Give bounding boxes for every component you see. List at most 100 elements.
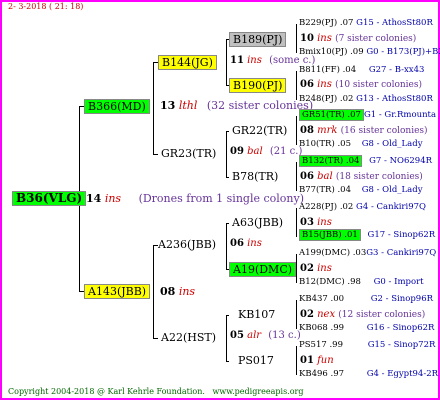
gen3-num: 02: [300, 309, 314, 320]
connector-gen4: [296, 208, 297, 237]
gen3-num: 01: [300, 355, 314, 366]
gen3-desc: (18 sister colonies): [335, 172, 423, 182]
gen3-queen-label[interactable]: A19(DMC): [229, 262, 297, 277]
gen3-mating-info: 06 bal (18 sister colonies): [300, 172, 423, 182]
gen1-queen-label[interactable]: B366(MD): [84, 99, 150, 114]
gen3-abbr: ins: [317, 263, 332, 274]
gen3-num: 06: [300, 79, 314, 90]
gen3-desc: (16 sister colonies): [340, 126, 428, 136]
gen3-mating-info: 10 ins (7 sister colonies): [300, 34, 416, 44]
gen2-queen-label[interactable]: B144(JG): [158, 55, 217, 70]
gen2-mating-info: 09 bal (21 c.): [230, 147, 302, 157]
gen3-mating-info: 01 fun: [300, 356, 334, 366]
gen2-abbr: ins: [247, 238, 262, 249]
gen3-queen-label[interactable]: KB107: [238, 309, 275, 320]
root-abbr: ins: [104, 192, 122, 205]
gen4-entry[interactable]: B15(JBB) .01 G17 - Sinop62R: [299, 229, 436, 241]
gen4-entry[interactable]: B12(DMC) .98 G0 - Import: [299, 278, 424, 287]
gen2-desc: (21 c.): [269, 146, 303, 157]
gen4-label: PS517 .99: [299, 340, 343, 350]
gen4-label: GR51(TR) .07: [299, 109, 364, 121]
copyright-owner: Copyright 2004-2018 @ Karl Kehrle Founda…: [8, 387, 205, 396]
gen2-queen-label[interactable]: GR23(TR): [161, 148, 216, 159]
gen2-num: 05: [230, 330, 244, 341]
gen4-entry[interactable]: KB068 .99 G16 - Sinop62R: [299, 324, 434, 333]
gen4-entry[interactable]: B77(TR) .04 G8 - Old_Lady: [299, 186, 423, 195]
gen4-label: B248(PJ) .02: [299, 94, 354, 104]
connector-gen3: [226, 39, 227, 85]
gen2-queen-label[interactable]: A22(HST): [161, 332, 216, 343]
gen3-mating-info: 06 ins (10 sister colonies): [300, 80, 422, 90]
gen4-entry[interactable]: KB496 .97 G4 - Egypt94-2R: [299, 370, 438, 379]
gen1-abbr: ins: [178, 285, 196, 298]
gen3-queen-label[interactable]: A63(JBB): [232, 217, 283, 228]
gen3-abbr: ins: [317, 79, 332, 90]
footer-site-link[interactable]: www.pedigreeapis.org: [213, 387, 304, 396]
connector-gen4: [296, 346, 297, 375]
gen1-mating-info: 13 lthl (32 sister colonies): [160, 100, 313, 111]
connector-gen4: [296, 254, 297, 283]
gen4-ref: G0 - Import: [373, 277, 424, 287]
gen4-label: B811(FF) .04: [299, 65, 357, 75]
gen3-mating-info: 03 ins: [300, 218, 332, 228]
gen3-desc: (10 sister colonies): [335, 80, 423, 90]
connector-gen4: [296, 71, 297, 100]
gen4-entry[interactable]: B811(FF) .04 G27 - B-xx43: [299, 66, 424, 75]
connector-gen3: [226, 223, 227, 269]
gen4-label: B15(JBB) .01: [299, 229, 361, 241]
gen4-entry[interactable]: B132(TR) .04 G7 - NO6294R: [299, 155, 433, 167]
gen4-label: B132(TR) .04: [299, 155, 363, 167]
gen4-entry[interactable]: A199(DMC) .03G3 - Cankiri97Q: [299, 249, 436, 258]
gen3-abbr: ins: [317, 33, 332, 44]
gen4-ref: G27 - B-xx43: [368, 65, 425, 75]
gen2-num: 09: [230, 146, 244, 157]
root-mating-info: 14 ins (Drones from 1 single colony): [86, 193, 304, 204]
gen4-ref: G16 - Sinop62R: [366, 323, 435, 333]
gen4-entry[interactable]: A228(PJ) .02 G4 - Cankiri97Q: [299, 203, 426, 212]
gen4-entry[interactable]: Bmix10(PJ) .09 G0 - B173(PJ)+B2: [299, 48, 440, 57]
gen3-abbr: mrk: [317, 125, 338, 136]
gen4-ref: G4 - Egypt94-2R: [366, 369, 439, 379]
connector: [226, 177, 229, 178]
gen1-abbr: lthl: [178, 99, 198, 112]
gen4-entry[interactable]: GR51(TR) .07 G1 - Gr.Rmounta: [299, 109, 436, 121]
gen4-entry[interactable]: B229(PJ) .07 G15 - AthosSt80R: [299, 19, 433, 28]
gen2-num: 06: [230, 238, 244, 249]
gen4-ref: G17 - Sinop62R: [367, 230, 436, 240]
gen4-ref: G8 - Old_Lady: [361, 185, 423, 195]
copyright-text: Copyright 2004-2018 @ Karl Kehrle Founda…: [8, 388, 303, 396]
gen2-queen-label[interactable]: A236(JBB): [158, 239, 216, 250]
gen4-entry[interactable]: B10(TR) .05 G8 - Old_Lady: [299, 140, 423, 149]
gen3-queen-label[interactable]: B190(PJ): [229, 78, 287, 93]
gen2-abbr: ins: [247, 55, 262, 66]
connector-gen4: [296, 162, 297, 191]
gen3-abbr: nex: [317, 309, 336, 320]
gen3-num: 02: [300, 263, 314, 274]
gen4-label: B10(TR) .05: [299, 139, 351, 149]
gen4-label: Bmix10(PJ) .09: [299, 47, 364, 57]
gen2-abbr: bal: [247, 146, 263, 157]
gen3-abbr: bal: [317, 171, 333, 182]
gen4-ref: G2 - Sinop96R: [370, 294, 434, 304]
gen3-queen-label[interactable]: B78(TR): [232, 171, 278, 182]
gen4-entry[interactable]: PS517 .99 G15 - Sinop72R: [299, 341, 435, 350]
gen3-desc: (12 sister colonies): [338, 310, 426, 320]
gen3-queen-label[interactable]: PS017: [238, 355, 274, 366]
gen2-mating-info: 06 ins: [230, 239, 262, 249]
gen4-entry[interactable]: B248(PJ) .02 G13 - AthosSt80R: [299, 95, 433, 104]
connector-gen3: [226, 131, 227, 177]
connector: [226, 131, 229, 132]
connector: [153, 338, 158, 339]
connector-gen4: [296, 300, 297, 329]
gen4-label: A199(DMC) .03: [299, 248, 367, 258]
gen4-entry[interactable]: KB437 .00 G2 - Sinop96R: [299, 295, 433, 304]
gen3-queen-label[interactable]: B189(PJ): [229, 32, 287, 47]
gen4-ref: G0 - B173(PJ)+B2: [366, 47, 440, 57]
gen3-queen-label[interactable]: GR22(TR): [232, 125, 287, 136]
gen3-mating-info: 08 mrk (16 sister colonies): [300, 126, 428, 136]
root-queen-label[interactable]: B36(VLG): [12, 191, 87, 206]
gen4-label: B229(PJ) .07: [299, 18, 354, 28]
gen4-label: KB068 .99: [299, 323, 345, 333]
gen4-ref: G7 - NO6294R: [369, 156, 433, 166]
gen1-queen-label[interactable]: A143(JBB): [84, 284, 151, 299]
